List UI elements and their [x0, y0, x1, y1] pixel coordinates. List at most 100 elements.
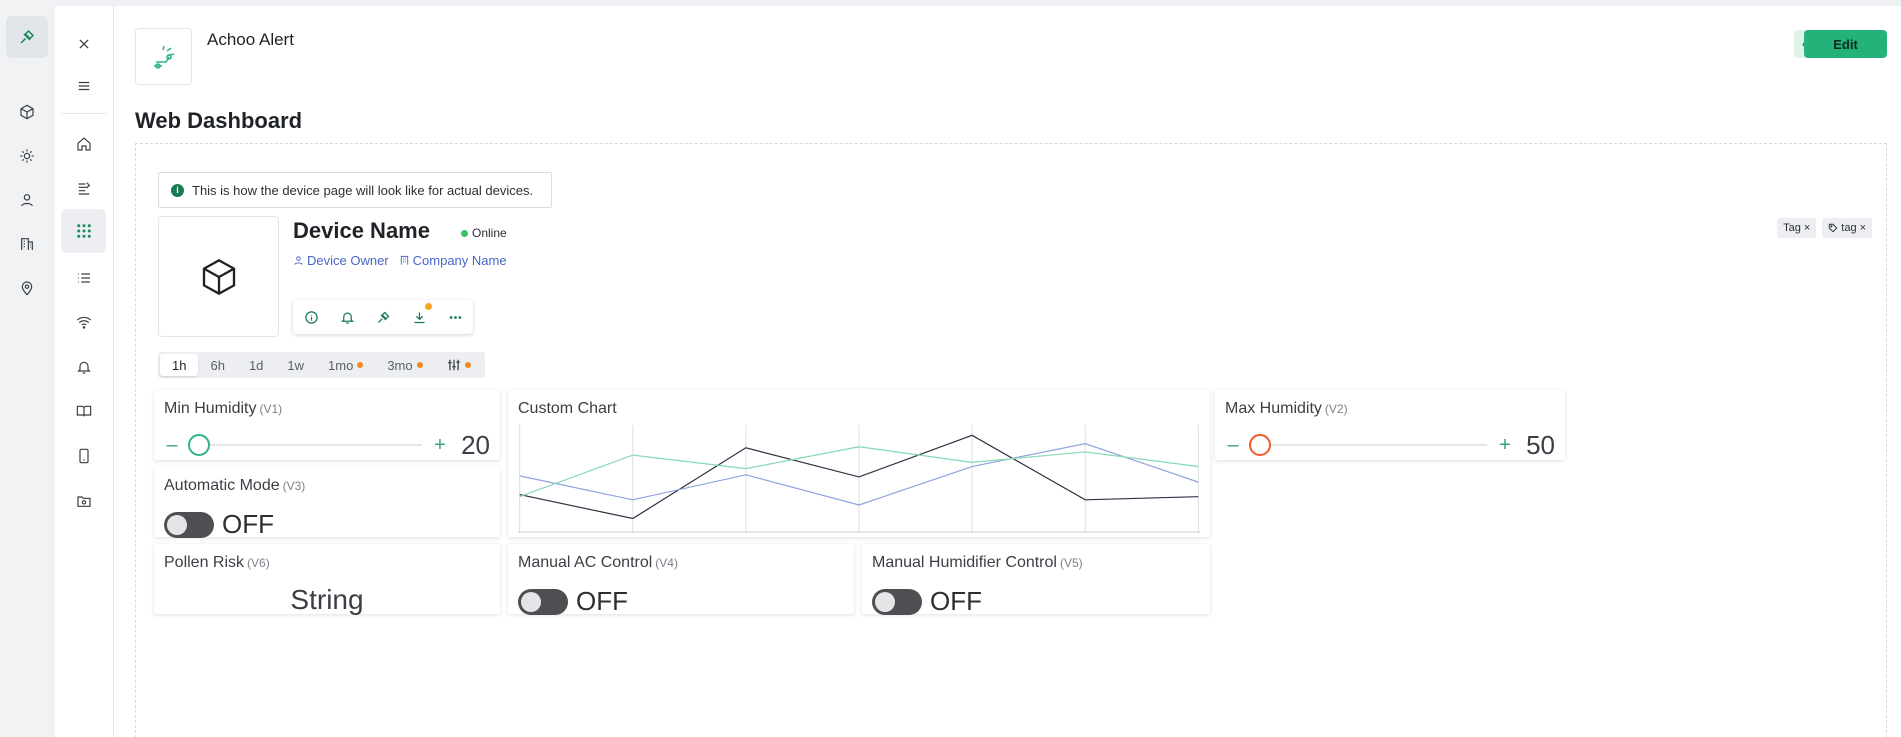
- edit-button[interactable]: Edit: [1804, 30, 1887, 58]
- widget-title: Manual Humidifier Control (V5): [872, 554, 1083, 571]
- decrement-button[interactable]: –: [164, 434, 180, 457]
- download-icon[interactable]: [409, 303, 432, 327]
- increment-button[interactable]: +: [432, 434, 448, 457]
- web-dashboard-icon[interactable]: [61, 209, 106, 253]
- toggle-switch[interactable]: [164, 511, 214, 538]
- tab-1h[interactable]: 1h: [160, 354, 199, 376]
- docs-book-icon[interactable]: [69, 396, 99, 426]
- users-icon[interactable]: [13, 186, 41, 214]
- widget-manual-humidifier: Manual Humidifier Control (V5) OFF: [862, 544, 1210, 617]
- slider-value: 50: [1526, 429, 1555, 460]
- tag-icon: [1829, 223, 1838, 233]
- events-list-icon[interactable]: [69, 263, 99, 293]
- remove-tag-icon[interactable]: ×: [1860, 222, 1866, 234]
- bell-icon[interactable]: [337, 307, 357, 327]
- organizations-icon[interactable]: [13, 230, 41, 258]
- app-rail: [0, 0, 55, 737]
- premium-dot: [416, 362, 423, 368]
- device-status: Online: [461, 226, 507, 240]
- app-logo-icon[interactable]: [6, 16, 48, 58]
- device-name: Device Name: [293, 218, 430, 243]
- sliders-icon: [447, 359, 460, 371]
- toggle-switch[interactable]: [518, 588, 568, 615]
- tab-label: 1d: [248, 357, 264, 373]
- notifications-icon[interactable]: [69, 352, 99, 382]
- tab-label: 1mo: [328, 357, 354, 373]
- widget-pollen-risk: Pollen Risk (V6) String: [154, 544, 500, 615]
- slider-track[interactable]: [188, 434, 422, 456]
- widget-title: Min Humidity (V1): [164, 400, 283, 417]
- device-tags: Tag × tag ×: [1777, 218, 1872, 238]
- tag-chip[interactable]: Tag ×: [1777, 218, 1817, 238]
- tag-chip[interactable]: tag ×: [1822, 218, 1872, 238]
- widget-max-humidity: Max Humidity (V2) – + 50: [1215, 390, 1565, 460]
- tab-label: 1h: [172, 357, 187, 373]
- tab-custom-range[interactable]: [435, 354, 483, 376]
- company-label: Company Name: [412, 253, 507, 268]
- widget-title: Max Humidity (V2): [1225, 400, 1348, 417]
- switch-state: OFF: [576, 586, 628, 616]
- automations-icon[interactable]: [13, 142, 41, 170]
- toggle-switch[interactable]: [872, 588, 922, 615]
- template-nav: [55, 6, 114, 737]
- tab-6h[interactable]: 6h: [198, 354, 236, 376]
- slider-knob[interactable]: [188, 434, 210, 456]
- user-icon: [294, 256, 303, 265]
- wifi-icon[interactable]: [69, 307, 99, 337]
- automatic-mode-switch: OFF: [164, 509, 274, 540]
- building-icon: [400, 255, 408, 265]
- products-icon[interactable]: [13, 98, 41, 126]
- info-notice: i This is how the device page will look …: [158, 172, 552, 208]
- premium-dot: [464, 362, 471, 368]
- slider-knob[interactable]: [1249, 434, 1271, 456]
- device-owner-link[interactable]: Device Owner: [293, 253, 389, 268]
- slider-track[interactable]: [1249, 434, 1487, 456]
- main-content: Achoo Alert ••• Edit Web Dashboard i Thi…: [114, 6, 1901, 737]
- template-logo-icon: [135, 28, 192, 85]
- dashboard-canvas: i This is how the device page will look …: [135, 143, 1887, 737]
- device-owner-label: Device Owner: [307, 253, 389, 268]
- line-chart: [518, 425, 1200, 533]
- status-label: Online: [472, 226, 507, 240]
- label-value: String: [290, 584, 364, 615]
- device-image: [158, 216, 279, 337]
- manual-humidifier-switch: OFF: [872, 586, 982, 617]
- time-range-tabs: 1h 6h 1d 1w 1mo 3mo: [158, 352, 485, 378]
- widget-title: Automatic Mode (V3): [164, 477, 306, 494]
- decrement-button[interactable]: –: [1225, 434, 1241, 457]
- widget-manual-ac: Manual AC Control (V4) OFF: [508, 544, 854, 617]
- switch-state: OFF: [930, 586, 982, 616]
- tag-label: tag: [1841, 222, 1857, 234]
- close-icon[interactable]: [69, 29, 99, 59]
- tab-3mo[interactable]: 3mo: [375, 354, 434, 376]
- remove-tag-icon[interactable]: ×: [1804, 222, 1810, 234]
- nav-divider: [61, 113, 107, 114]
- more-dots-icon[interactable]: [445, 307, 465, 327]
- page-title: Web Dashboard: [135, 108, 303, 133]
- min-humidity-slider: – + 20: [164, 430, 490, 460]
- info-circle-icon[interactable]: [301, 307, 321, 327]
- online-indicator: [461, 229, 468, 237]
- tab-1mo[interactable]: 1mo: [316, 354, 375, 376]
- locations-icon[interactable]: [13, 274, 41, 302]
- info-icon: i: [171, 183, 184, 197]
- manual-ac-switch: OFF: [518, 586, 628, 617]
- tab-1d[interactable]: 1d: [237, 354, 275, 376]
- tab-1w[interactable]: 1w: [275, 354, 316, 376]
- increment-button[interactable]: +: [1497, 434, 1513, 457]
- company-link[interactable]: Company Name: [399, 253, 507, 268]
- widget-automatic-mode: Automatic Mode (V3) OFF: [154, 467, 500, 540]
- home-icon[interactable]: [69, 129, 99, 159]
- datastreams-icon[interactable]: [69, 173, 99, 203]
- slider-value: 20: [461, 429, 490, 460]
- menu-icon[interactable]: [69, 71, 99, 101]
- update-badge: [425, 303, 432, 310]
- device-action-bar: [293, 300, 473, 334]
- widget-title: Custom Chart: [518, 400, 617, 417]
- tools-icon[interactable]: [373, 307, 393, 327]
- widget-custom-chart: Custom Chart: [508, 390, 1210, 537]
- assets-folder-icon[interactable]: [69, 486, 99, 516]
- info-notice-text: This is how the device page will look li…: [192, 182, 534, 198]
- mobile-dashboard-icon[interactable]: [69, 441, 99, 471]
- switch-state: OFF: [222, 509, 274, 539]
